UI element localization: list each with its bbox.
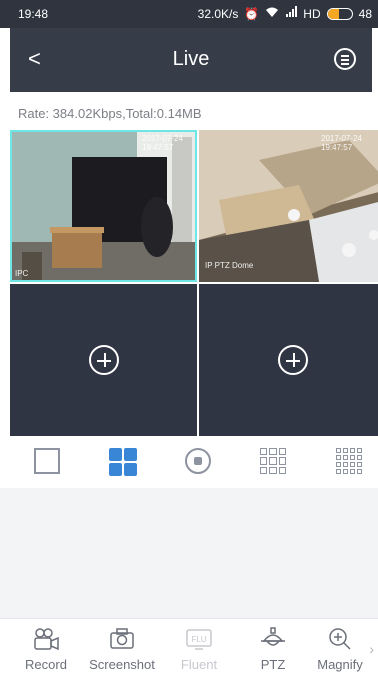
channel-timestamp: 2017-07-24 19:47:57 bbox=[142, 134, 183, 152]
ptz-dome-icon bbox=[259, 627, 287, 651]
status-bar: 19:48 32.0K/s ⏰ HD 48 bbox=[0, 0, 378, 28]
add-circle-icon[interactable] bbox=[277, 345, 308, 375]
add-circle-icon[interactable] bbox=[88, 345, 119, 375]
channel-label: IP PTZ Dome bbox=[205, 261, 254, 270]
sixteen-view-icon[interactable] bbox=[336, 448, 362, 474]
alarm-icon: ⏰ bbox=[244, 6, 260, 21]
channel-label: IPC bbox=[15, 269, 29, 278]
fluent-label: Fluent bbox=[180, 657, 218, 672]
record-label: Record bbox=[25, 657, 67, 672]
nine-view-icon[interactable] bbox=[260, 448, 286, 474]
layout-selector bbox=[0, 440, 378, 484]
scroll-more-icon[interactable]: › bbox=[369, 641, 374, 657]
control-panel bbox=[0, 488, 378, 618]
status-time: 19:48 bbox=[18, 7, 49, 21]
camera-feed-image bbox=[12, 132, 195, 280]
header: < Live bbox=[10, 28, 372, 92]
channel-timestamp: 2017-07-24 19:47:57 bbox=[321, 134, 362, 152]
network-label: HD bbox=[303, 6, 321, 21]
video-cell-4[interactable] bbox=[199, 284, 378, 436]
video-grid: 2017-07-24 19:47:57 IPC 2017-07-24 19:47… bbox=[10, 130, 378, 438]
single-view-icon[interactable] bbox=[34, 448, 60, 474]
stop-all-icon[interactable] bbox=[185, 448, 211, 474]
status-indicators: 32.0K/s ⏰ HD 48 bbox=[198, 6, 372, 21]
signal-icon bbox=[285, 6, 298, 21]
ptz-button[interactable]: PTZ bbox=[237, 627, 309, 672]
magnify-button[interactable]: Magnify bbox=[304, 627, 376, 672]
fluent-badge-text: FLU bbox=[191, 635, 206, 644]
bottom-toolbar: Record Screenshot FLU Fluent PTZ Magnify… bbox=[0, 618, 378, 677]
magnify-label: Magnify bbox=[317, 657, 363, 672]
record-icon bbox=[32, 627, 60, 651]
video-cell-3[interactable] bbox=[10, 284, 197, 436]
page-title: Live bbox=[172, 48, 210, 70]
fluent-button[interactable]: FLU Fluent bbox=[163, 627, 235, 672]
network-speed: 32.0K/s bbox=[197, 6, 239, 21]
list-circle-icon[interactable] bbox=[334, 48, 356, 70]
battery-icon bbox=[326, 7, 353, 20]
video-cell-1[interactable]: 2017-07-24 19:47:57 IPC bbox=[10, 130, 197, 282]
fluent-quality-icon: FLU bbox=[185, 627, 213, 651]
record-button[interactable]: Record bbox=[10, 627, 82, 672]
rate-text: Rate: 384.02Kbps,Total:0.14MB bbox=[18, 106, 202, 121]
ptz-label: PTZ bbox=[260, 657, 286, 672]
wifi-icon bbox=[265, 6, 279, 21]
screenshot-label: Screenshot bbox=[89, 657, 155, 672]
video-cell-2[interactable]: 2017-07-24 19:47:57 IP PTZ Dome bbox=[199, 130, 378, 282]
screenshot-button[interactable]: Screenshot bbox=[86, 627, 158, 672]
battery-level: 48 bbox=[358, 6, 372, 21]
quad-view-icon[interactable] bbox=[109, 448, 137, 476]
camera-icon bbox=[108, 627, 136, 651]
magnify-icon bbox=[326, 627, 354, 651]
camera-feed-image bbox=[199, 130, 378, 282]
